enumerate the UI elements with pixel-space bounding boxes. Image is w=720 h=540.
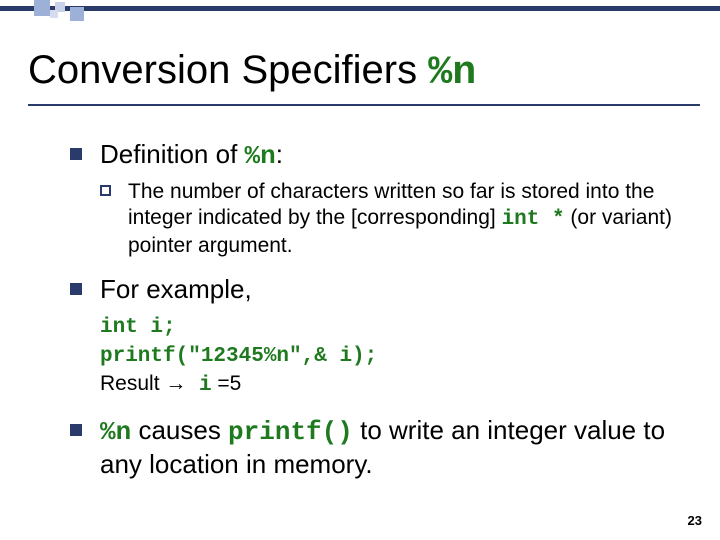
bullet-code: %n [245, 141, 276, 171]
top-decoration [0, 0, 720, 22]
bullet-example: For example, [70, 273, 680, 306]
deco-square [70, 7, 84, 21]
bullet-summary: %n causes printf() to write an integer v… [70, 414, 680, 481]
bullet-definition: Definition of %n: [70, 138, 680, 173]
code-line: int i; [100, 316, 176, 339]
title-code: %n [428, 51, 476, 96]
result-value: =5 [212, 372, 242, 395]
example-code-block: int i; printf("12345%n",& i); Result → i… [100, 312, 680, 400]
arrow-icon: → [165, 372, 186, 395]
deco-square [34, 0, 50, 16]
bullet-text: Definition of [100, 139, 245, 169]
page-number: 23 [688, 513, 702, 528]
deco-bar [0, 6, 720, 11]
bullet-text: For example, [100, 274, 252, 304]
code-line: printf("12345%n",& i); [100, 345, 377, 368]
result-code: i [186, 374, 211, 397]
subbullet-definition-detail: The number of characters written so far … [100, 179, 680, 260]
bullet-text: causes [131, 415, 228, 445]
bullet-code: %n [100, 417, 131, 447]
title-text: Conversion Specifiers [28, 48, 428, 92]
bullet-code: printf() [228, 417, 353, 447]
result-label: Result [100, 372, 165, 395]
deco-square [50, 10, 58, 18]
subbullet-code: int * [502, 208, 565, 231]
slide-title: Conversion Specifiers %n [28, 48, 700, 106]
slide: Conversion Specifiers %n Definition of %… [0, 0, 720, 540]
bullet-text: : [276, 139, 283, 169]
slide-content: Definition of %n: The number of characte… [70, 128, 680, 487]
